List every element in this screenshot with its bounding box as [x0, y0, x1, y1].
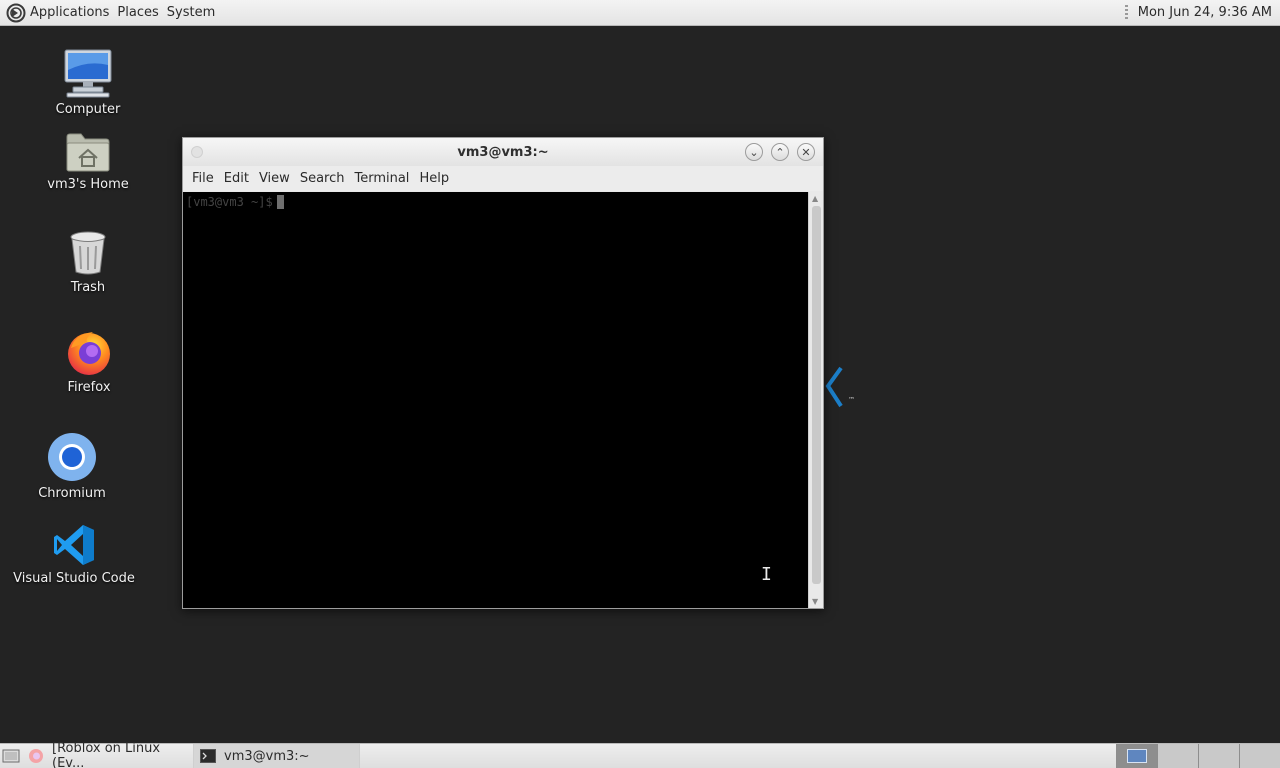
menu-edit[interactable]: Edit: [219, 171, 254, 186]
menu-view[interactable]: View: [254, 171, 295, 186]
computer-icon: [64, 49, 112, 98]
desktop-icon-firefox[interactable]: Firefox: [24, 328, 154, 395]
prompt-line: [vm3@vm3 ~]$: [186, 195, 806, 209]
desktop-icon-label: Visual Studio Code: [13, 571, 135, 586]
desktop-icon-computer[interactable]: Computer: [23, 48, 153, 117]
window-menu-button[interactable]: [191, 146, 203, 158]
home-folder-icon: [66, 133, 110, 172]
taskbar-item-terminal[interactable]: vm3@vm3:~: [194, 744, 360, 768]
top-panel-right: Mon Jun 24, 9:36 AM: [1124, 0, 1280, 25]
terminal-output[interactable]: [vm3@vm3 ~]$: [183, 192, 809, 608]
wallpaper-logo-fragment: ™: [822, 364, 862, 416]
maximize-icon: ⌃: [775, 145, 785, 159]
minimize-button[interactable]: ⌄: [745, 143, 763, 161]
scroll-thumb[interactable]: [812, 206, 821, 584]
shell-prompt: [vm3@vm3 ~]$: [186, 195, 273, 209]
workspace-3[interactable]: [1198, 744, 1239, 768]
places-menu[interactable]: Places: [113, 0, 162, 25]
bottom-panel: [Roblox on Linux (Ev... vm3@vm3:~: [0, 741, 1280, 768]
workspace-2[interactable]: [1157, 744, 1198, 768]
window-controls: ⌄ ⌃ ✕: [745, 143, 815, 161]
trash-icon: [70, 231, 106, 275]
top-menu: Applications Places System: [0, 0, 219, 25]
text-cursor: [276, 195, 284, 209]
taskbar-item-label: [Roblox on Linux (Ev...: [52, 741, 161, 768]
firefox-icon: [28, 748, 44, 764]
clock[interactable]: Mon Jun 24, 9:36 AM: [1138, 5, 1272, 20]
ibeam-cursor-icon: I: [761, 564, 772, 585]
menu-help[interactable]: Help: [414, 171, 454, 186]
scroll-down-icon[interactable]: ▼: [812, 597, 818, 606]
desktop-icon-trash[interactable]: Trash: [23, 230, 153, 295]
workspace-1[interactable]: [1116, 744, 1157, 768]
applications-menu[interactable]: Applications: [0, 0, 113, 25]
firefox-icon: [68, 332, 110, 375]
chromium-icon: [48, 433, 96, 481]
workspace-4[interactable]: [1239, 744, 1280, 768]
terminal-menubar: File Edit View Search Terminal Help: [183, 166, 823, 191]
wallpaper-chevron-icon: [825, 366, 843, 408]
desktop-icon-home[interactable]: vm3's Home: [23, 131, 153, 192]
minimize-icon: ⌄: [749, 145, 759, 159]
terminal-window[interactable]: vm3@vm3:~ ⌄ ⌃ ✕ File Edit View Search Te…: [182, 137, 824, 609]
menu-file[interactable]: File: [187, 171, 219, 186]
menu-search[interactable]: Search: [295, 171, 350, 186]
distro-logo-icon: [6, 3, 26, 22]
scroll-up-icon[interactable]: ▲: [812, 194, 818, 203]
desktop-icon-label: Trash: [70, 280, 106, 295]
desktop-icon-label: vm3's Home: [47, 177, 129, 192]
taskbar-item-firefox[interactable]: [Roblox on Linux (Ev...: [22, 741, 194, 768]
desktop-icon-label: Chromium: [38, 486, 106, 501]
desktop-icon-chromium[interactable]: Chromium: [7, 432, 137, 501]
terminal-scrollbar[interactable]: ▲ ▼: [808, 192, 823, 608]
window-title: vm3@vm3:~: [457, 144, 549, 160]
terminal-icon: [200, 749, 216, 763]
panel-separator: [1124, 4, 1128, 21]
close-button[interactable]: ✕: [797, 143, 815, 161]
close-icon: ✕: [801, 145, 811, 159]
terminal-titlebar[interactable]: vm3@vm3:~ ⌄ ⌃ ✕: [183, 138, 823, 166]
desktop-icon-vscode[interactable]: Visual Studio Code: [9, 523, 139, 586]
workspace-switcher: [1116, 744, 1280, 768]
vscode-icon: [54, 525, 94, 565]
applications-menu-label: Applications: [30, 5, 110, 20]
show-desktop-icon: [2, 749, 20, 763]
menu-terminal[interactable]: Terminal: [349, 171, 414, 186]
workspace-window-thumbnail: [1127, 749, 1147, 763]
system-menu[interactable]: System: [163, 0, 219, 25]
maximize-button[interactable]: ⌃: [771, 143, 789, 161]
show-desktop-button[interactable]: [0, 744, 22, 768]
taskbar-item-label: vm3@vm3:~: [224, 748, 310, 764]
desktop-icon-label: Computer: [55, 102, 121, 117]
desktop-icon-label: Firefox: [67, 380, 111, 395]
top-panel: Applications Places System Mon Jun 24, 9…: [0, 0, 1280, 26]
wallpaper-trademark: ™: [848, 396, 855, 404]
